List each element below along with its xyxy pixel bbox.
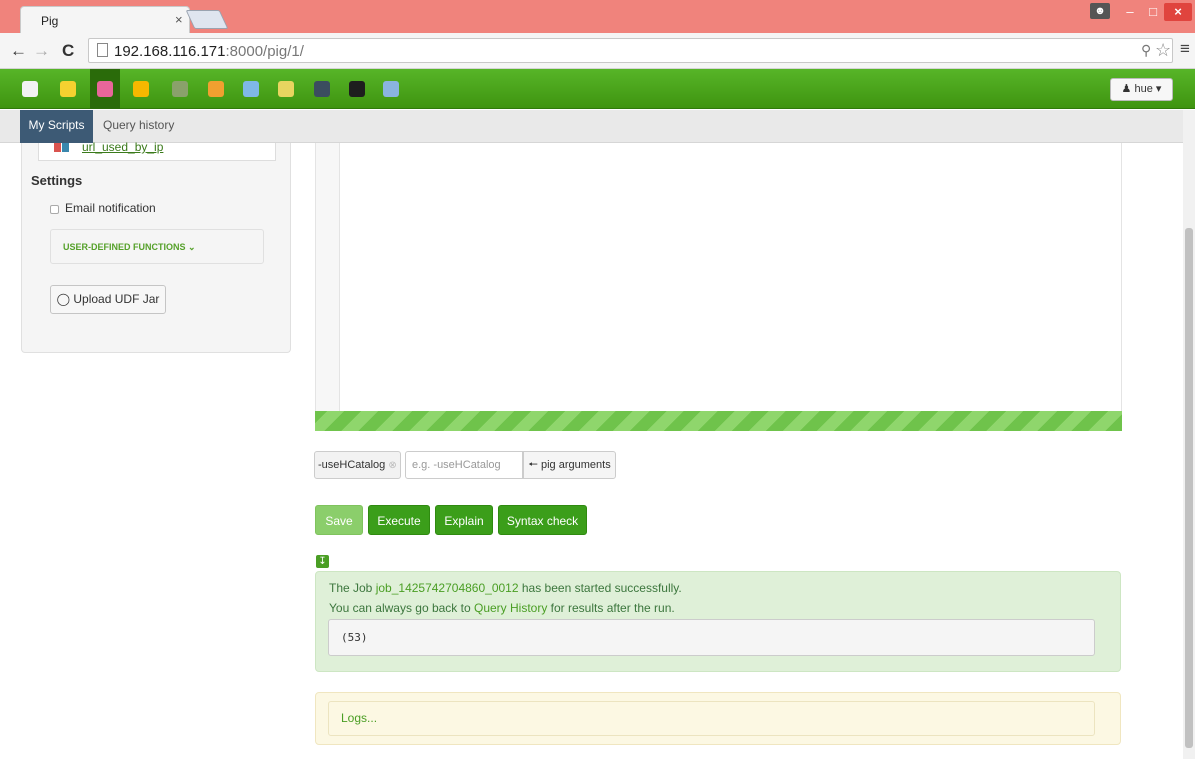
job-progress-bar — [315, 411, 1122, 431]
close-window-button[interactable]: × — [1164, 3, 1192, 21]
logs-link[interactable]: Logs... — [328, 701, 1095, 736]
sidebar: url_used_by_ip Settings Email notificati… — [21, 140, 291, 353]
upload-label: Upload UDF Jar — [73, 292, 160, 306]
browser-toolbar: ← → C 192.168.116.171:8000/pig/1/ ⚲ ☆ ≡ — [0, 33, 1195, 69]
caret-down-icon: ▾ — [1155, 83, 1162, 95]
url-host: 192.168.116.171 — [114, 43, 226, 60]
udf-panel[interactable]: USER-DEFINED FUNCTIONS ⌄ — [50, 229, 264, 264]
minimize-button[interactable]: – — [1119, 3, 1141, 21]
reload-icon[interactable]: C — [62, 41, 74, 61]
hcat-icon[interactable] — [133, 81, 149, 97]
bookmark-star-icon[interactable]: ☆ — [1155, 40, 1171, 61]
argument-tag-label: -useHCatalog — [318, 459, 386, 471]
pig-argument-input[interactable] — [405, 451, 523, 479]
jobsub-icon[interactable] — [172, 81, 188, 97]
help-icon[interactable] — [383, 81, 399, 97]
script-list-item[interactable]: url_used_by_ip — [38, 140, 276, 161]
tab-my-scripts[interactable]: My Scripts — [20, 110, 93, 143]
zoom-icon[interactable]: ⚲ — [1141, 42, 1151, 59]
logs-panel: Logs... — [315, 692, 1121, 745]
argument-tag[interactable]: -useHCatalog ⊗ — [314, 451, 401, 479]
tab-close-icon[interactable]: × — [175, 12, 183, 27]
chevron-down-icon: ⌄ — [188, 242, 196, 252]
upload-icon: ◯ — [56, 292, 71, 306]
profile-icon[interactable]: ☻ — [1090, 3, 1110, 19]
filebrowser-icon[interactable] — [243, 81, 259, 97]
pig-subnav: My Scripts Query history — [0, 110, 1195, 143]
address-bar[interactable]: 192.168.116.171:8000/pig/1/ ⚲ ☆ — [88, 38, 1173, 63]
job-output: (53) — [328, 619, 1095, 656]
page-scrollbar-thumb[interactable] — [1185, 228, 1193, 748]
browser-tab[interactable]: Pig × — [20, 6, 190, 33]
job-success-alert: The Job job_1425742704860_0012 has been … — [315, 571, 1121, 672]
script-editor[interactable] — [315, 143, 1122, 411]
success-suffix: has been started successfully. — [518, 581, 682, 595]
tab-title: Pig — [41, 14, 59, 28]
hint-suffix: for results after the run. — [547, 601, 675, 615]
hint-prefix: You can always go back to — [329, 601, 474, 615]
oozie-icon[interactable] — [278, 81, 294, 97]
forward-arrow-icon[interactable]: → — [33, 41, 50, 61]
upload-udf-button[interactable]: ◯ Upload UDF Jar — [50, 285, 166, 314]
tab-query-history[interactable]: Query history — [103, 110, 174, 143]
beeswax-icon[interactable] — [60, 81, 76, 97]
add-pig-argument-button[interactable]: 🠔 pig arguments — [523, 451, 616, 479]
impala-icon[interactable] — [208, 81, 224, 97]
pig-icon[interactable] — [97, 81, 113, 97]
user-name: hue — [1134, 83, 1153, 95]
settings-heading: Settings — [31, 173, 83, 188]
url-text: 192.168.116.171:8000/pig/1/ — [114, 43, 304, 60]
page-icon — [97, 43, 108, 57]
user-admin-icon[interactable] — [349, 81, 365, 97]
editor-gutter — [316, 143, 340, 411]
back-arrow-icon[interactable]: ← — [10, 41, 27, 61]
pig-arguments-label: pig arguments — [540, 459, 611, 471]
query-history-link[interactable]: Query History — [474, 601, 547, 615]
save-button[interactable]: Save — [315, 505, 363, 535]
shell-icon[interactable] — [314, 81, 330, 97]
email-notification-checkbox[interactable] — [50, 205, 59, 214]
browser-menu-icon[interactable]: ≡ — [1180, 39, 1190, 59]
syntax-check-button[interactable]: Syntax check — [498, 505, 587, 535]
script-type-icon — [54, 143, 70, 154]
email-notification-label[interactable]: Email notification — [65, 201, 156, 215]
user-menu-button[interactable]: ♟ hue ▾ — [1110, 78, 1173, 101]
query-history-hint: You can always go back to Query History … — [329, 601, 675, 615]
success-prefix: The Job — [329, 581, 376, 595]
job-id-link[interactable]: job_1425742704860_0012 — [376, 581, 519, 595]
explain-button[interactable]: Explain — [435, 505, 493, 535]
udf-toggle[interactable]: USER-DEFINED FUNCTIONS ⌄ — [63, 242, 196, 253]
remove-argument-icon[interactable]: ⊗ — [388, 460, 396, 471]
success-message: The Job job_1425742704860_0012 has been … — [329, 581, 682, 595]
browser-titlebar: Pig × ☻ – □ × — [0, 0, 1195, 33]
url-path: :8000/pig/1/ — [225, 43, 304, 60]
user-icon: ♟ — [1121, 83, 1132, 95]
new-tab-button[interactable] — [185, 10, 229, 29]
hue-logo-icon[interactable] — [22, 81, 38, 97]
arrow-left-icon: 🠔 — [528, 459, 538, 471]
udf-label: USER-DEFINED FUNCTIONS — [63, 242, 186, 252]
execute-button[interactable]: Execute — [368, 505, 430, 535]
script-name-link[interactable]: url_used_by_ip — [82, 140, 163, 154]
hue-app-navbar: ♟ hue ▾ — [0, 69, 1195, 109]
maximize-button[interactable]: □ — [1142, 3, 1164, 21]
download-icon[interactable]: ↧ — [316, 555, 329, 568]
